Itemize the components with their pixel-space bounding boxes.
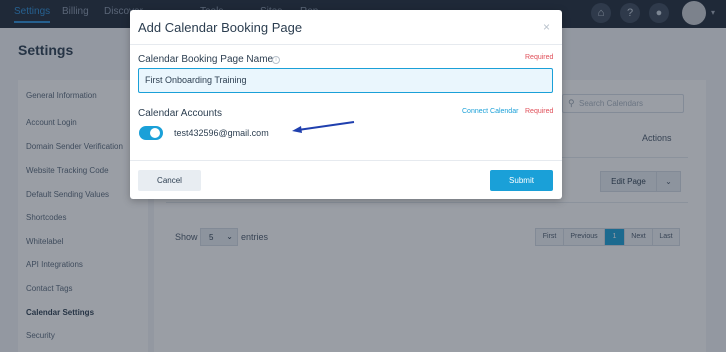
close-icon[interactable]: × — [543, 20, 550, 34]
modal-footer-divider — [130, 160, 562, 161]
booking-page-name-label: Calendar Booking Page Name — [138, 54, 274, 65]
modal-header: Add Calendar Booking Page × — [130, 10, 562, 45]
booking-page-name-input[interactable]: First Onboarding Training — [138, 68, 553, 93]
toggle-knob — [150, 128, 160, 138]
calendar-account-toggle[interactable] — [139, 126, 163, 140]
connect-calendar-link[interactable]: Connect Calendar — [462, 108, 518, 115]
calendar-account-email: test432596@gmail.com — [174, 128, 269, 138]
info-icon[interactable]: i — [272, 56, 280, 64]
add-calendar-booking-page-modal: Add Calendar Booking Page × Calendar Boo… — [130, 10, 562, 199]
required-indicator: Required — [525, 54, 554, 61]
cancel-button[interactable]: Cancel — [138, 170, 201, 191]
submit-button[interactable]: Submit — [490, 170, 553, 191]
annotation-arrow-icon — [292, 121, 355, 133]
required-indicator: Required — [525, 108, 554, 115]
modal-title: Add Calendar Booking Page — [138, 20, 303, 35]
calendar-accounts-label: Calendar Accounts — [138, 108, 222, 119]
